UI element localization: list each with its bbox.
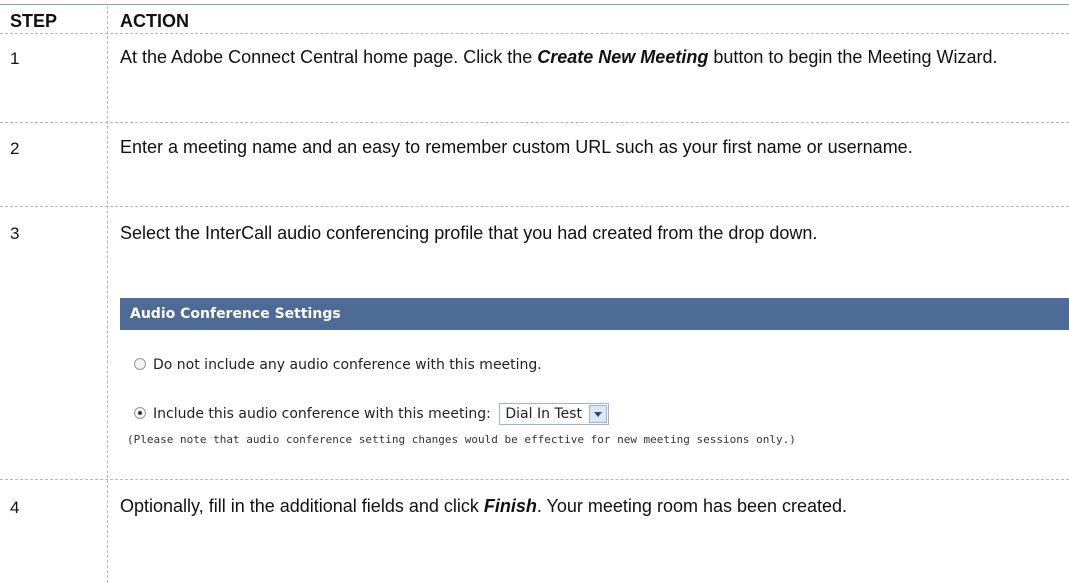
option-no-audio[interactable]: Do not include any audio conference with… [134, 356, 542, 374]
chevron-down-icon[interactable] [588, 405, 607, 423]
row-separator [0, 479, 1069, 480]
table-top-border [0, 4, 1069, 5]
finish-label: Finish [483, 496, 537, 516]
option-include-audio[interactable]: Include this audio conference with this … [134, 403, 609, 425]
step-number-4: 4 [10, 498, 20, 517]
step-4-action: Optionally, fill in the additional field… [120, 496, 848, 516]
step-1-action: At the Adobe Connect Central home page. … [120, 47, 998, 67]
step-number-2: 2 [10, 139, 20, 158]
settings-note: (Please note that audio conference setti… [127, 433, 796, 446]
row-separator [0, 33, 1069, 34]
step-2-action: Enter a meeting name and an easy to reme… [120, 137, 913, 157]
row-separator [0, 206, 1069, 207]
create-new-meeting-label: Create New Meeting [537, 47, 709, 67]
header-action: ACTION [120, 11, 189, 31]
header-step: STEP [10, 11, 58, 31]
radio-selected-icon[interactable] [134, 407, 146, 419]
step-3-action: Select the InterCall audio conferencing … [120, 223, 818, 243]
step-number-1: 1 [10, 49, 20, 68]
step-number-3: 3 [10, 224, 20, 243]
column-divider [107, 6, 108, 583]
audio-conference-settings-panel: Audio Conference Settings Do not include… [120, 298, 1069, 448]
radio-unselected-icon[interactable] [134, 358, 146, 370]
audio-profile-dropdown[interactable]: Dial In Test [499, 403, 609, 425]
panel-title: Audio Conference Settings [120, 298, 1069, 330]
row-separator [0, 122, 1069, 123]
